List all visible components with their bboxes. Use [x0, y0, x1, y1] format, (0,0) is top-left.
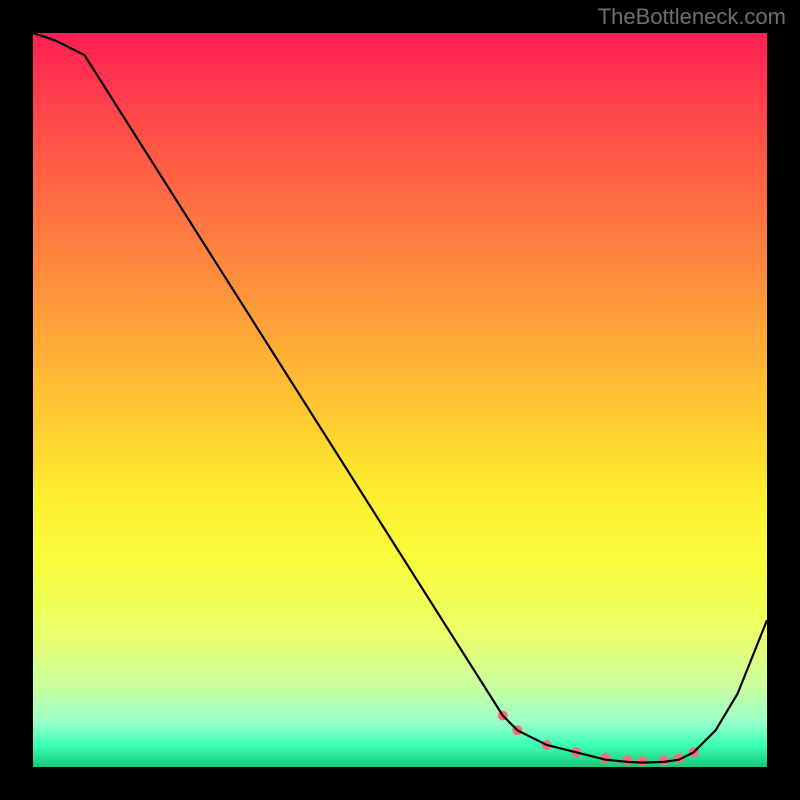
data-marker [637, 756, 647, 766]
curve-path [33, 33, 767, 763]
chart-svg [33, 33, 767, 767]
chart-frame: TheBottleneck.com [0, 0, 800, 800]
watermark-label: TheBottleneck.com [598, 4, 786, 30]
data-marker [623, 755, 633, 765]
plot-area [33, 33, 767, 767]
